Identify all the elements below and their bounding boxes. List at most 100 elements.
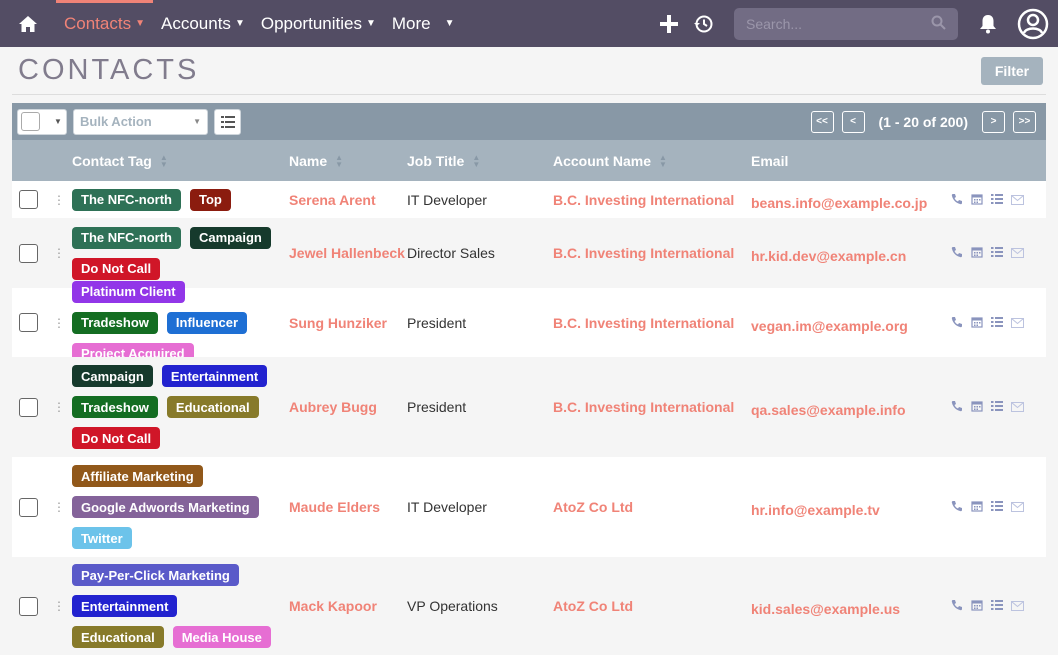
contact-tag[interactable]: Media House [172, 626, 271, 648]
email-link[interactable]: qa.sales@example.info [751, 357, 906, 457]
phone-icon[interactable] [951, 499, 963, 515]
contact-tag[interactable]: Influencer [166, 311, 248, 334]
search-input[interactable]: Search... [734, 7, 958, 40]
tasks-icon[interactable] [991, 598, 1003, 614]
row-checkbox[interactable] [19, 243, 38, 263]
contact-tag[interactable]: Entertainment [161, 365, 268, 387]
contact-tag[interactable]: Entertainment [72, 595, 178, 617]
first-page-button[interactable]: << [810, 110, 834, 133]
contact-tag[interactable]: Pay-Per-Click Marketing [72, 564, 239, 586]
email-icon[interactable] [1011, 399, 1024, 415]
tasks-icon[interactable] [991, 192, 1003, 208]
email-icon[interactable] [1011, 499, 1024, 515]
row-checkbox[interactable] [19, 397, 38, 417]
email-icon[interactable] [1011, 315, 1024, 331]
email-link[interactable]: vegan.im@example.org [751, 288, 908, 357]
account-name-link[interactable]: AtoZ Co Ltd [553, 557, 633, 655]
bell-icon[interactable] [968, 14, 1008, 34]
calendar-icon[interactable] [971, 598, 983, 614]
contact-name-link[interactable]: Sung Hunziker [289, 288, 387, 357]
bulk-action-dropdown[interactable]: Bulk Action ▼ [73, 108, 208, 135]
row-actions-icon[interactable]: ⋮ [53, 181, 65, 218]
prev-page-button[interactable]: < [841, 110, 865, 133]
tasks-icon[interactable] [991, 315, 1003, 331]
email-link[interactable]: hr.info@example.tv [751, 457, 880, 557]
account-name-link[interactable]: B.C. Investing International [553, 288, 734, 357]
phone-icon[interactable] [951, 245, 963, 261]
next-page-button[interactable]: > [982, 110, 1005, 133]
contact-tag[interactable]: Platinum Client [72, 280, 185, 303]
calendar-icon[interactable] [971, 399, 983, 415]
phone-icon[interactable] [951, 399, 963, 415]
row-actions-icon[interactable]: ⋮ [53, 288, 65, 357]
account-name-link[interactable]: B.C. Investing International [553, 357, 734, 457]
nav-opportunities[interactable]: Opportunities ▼ [253, 0, 384, 47]
row-quick-actions [951, 357, 1024, 457]
contact-tag[interactable]: Google Adwords Marketing [72, 496, 259, 518]
email-icon[interactable] [1011, 245, 1024, 261]
contact-tag[interactable]: Twitter [72, 527, 132, 549]
select-all-checkbox[interactable] [21, 112, 40, 131]
row-actions-icon[interactable]: ⋮ [53, 357, 65, 457]
email-link[interactable]: kid.sales@example.us [751, 557, 900, 655]
email-link[interactable]: beans.info@example.co.jp [751, 181, 927, 218]
nav-more[interactable]: More ▼ [384, 0, 463, 47]
contact-name-link[interactable]: Serena Arent [289, 181, 376, 218]
contact-tag[interactable]: Campaign [72, 365, 153, 387]
contact-name-link[interactable]: Mack Kapoor [289, 557, 377, 655]
row-actions-icon[interactable]: ⋮ [53, 218, 65, 288]
contact-name-link[interactable]: Maude Elders [289, 457, 380, 557]
calendar-icon[interactable] [971, 245, 983, 261]
tasks-icon[interactable] [991, 399, 1003, 415]
contact-tag[interactable]: Top [189, 188, 231, 211]
tasks-icon[interactable] [991, 499, 1003, 515]
tasks-icon[interactable] [991, 245, 1003, 261]
contact-tag[interactable]: Affiliate Marketing [72, 465, 203, 487]
row-checkbox[interactable] [19, 190, 38, 209]
row-checkbox[interactable] [19, 497, 38, 517]
last-page-button[interactable]: >> [1013, 110, 1036, 133]
user-avatar-icon[interactable] [1008, 8, 1058, 40]
row-checkbox[interactable] [19, 596, 38, 616]
contact-tags-cell: Platinum Client Tradeshow Influencer Projec… [72, 280, 282, 365]
column-chooser-button[interactable] [214, 108, 241, 135]
row-checkbox[interactable] [19, 313, 38, 332]
contact-tag[interactable]: The NFC-north [72, 188, 181, 211]
row-actions-icon[interactable]: ⋮ [53, 457, 65, 557]
column-header-contact-tag[interactable]: Contact Tag ▲ ▼ [72, 140, 168, 181]
account-name-link[interactable]: B.C. Investing International [553, 181, 734, 218]
filter-button[interactable]: Filter [981, 56, 1043, 85]
calendar-icon[interactable] [971, 499, 983, 515]
history-icon[interactable] [686, 14, 720, 34]
search-icon[interactable] [931, 15, 946, 33]
contact-name-link[interactable]: Aubrey Bugg [289, 357, 377, 457]
nav-accounts[interactable]: Accounts ▼ [153, 0, 253, 47]
account-name-link[interactable]: AtoZ Co Ltd [553, 457, 633, 557]
phone-icon[interactable] [951, 315, 963, 331]
phone-icon[interactable] [951, 192, 963, 208]
contact-tag[interactable]: The NFC-north [72, 226, 181, 249]
plus-icon[interactable] [652, 14, 686, 34]
select-all-dropdown[interactable]: ▼ [17, 108, 67, 135]
contact-tags: The NFC-north Campaign Do Not Call [72, 222, 282, 284]
account-name-link[interactable]: B.C. Investing International [553, 218, 734, 288]
contact-tag[interactable]: Educational [72, 626, 164, 648]
calendar-icon[interactable] [971, 192, 983, 208]
row-actions-icon[interactable]: ⋮ [53, 557, 65, 655]
email-link[interactable]: hr.kid.dev@example.cn [751, 218, 906, 288]
contact-tag[interactable]: Tradeshow [72, 311, 158, 334]
column-header-name[interactable]: Name ▲ ▼ [289, 140, 343, 181]
calendar-icon[interactable] [971, 315, 983, 331]
column-header-job-title[interactable]: Job Title ▲ ▼ [407, 140, 480, 181]
contact-tag[interactable]: Do Not Call [72, 427, 161, 449]
contact-name-link[interactable]: Jewel Hallenbeck [289, 218, 405, 288]
email-icon[interactable] [1011, 598, 1024, 614]
nav-contacts[interactable]: Contacts ▼ [56, 0, 153, 47]
home-icon[interactable] [0, 0, 56, 47]
phone-icon[interactable] [951, 598, 963, 614]
contact-tag[interactable]: Campaign [189, 226, 271, 249]
column-header-account-name[interactable]: Account Name ▲ ▼ [553, 140, 667, 181]
contact-tag[interactable]: Educational [166, 396, 259, 418]
contact-tag[interactable]: Tradeshow [72, 396, 158, 418]
email-icon[interactable] [1011, 192, 1024, 208]
